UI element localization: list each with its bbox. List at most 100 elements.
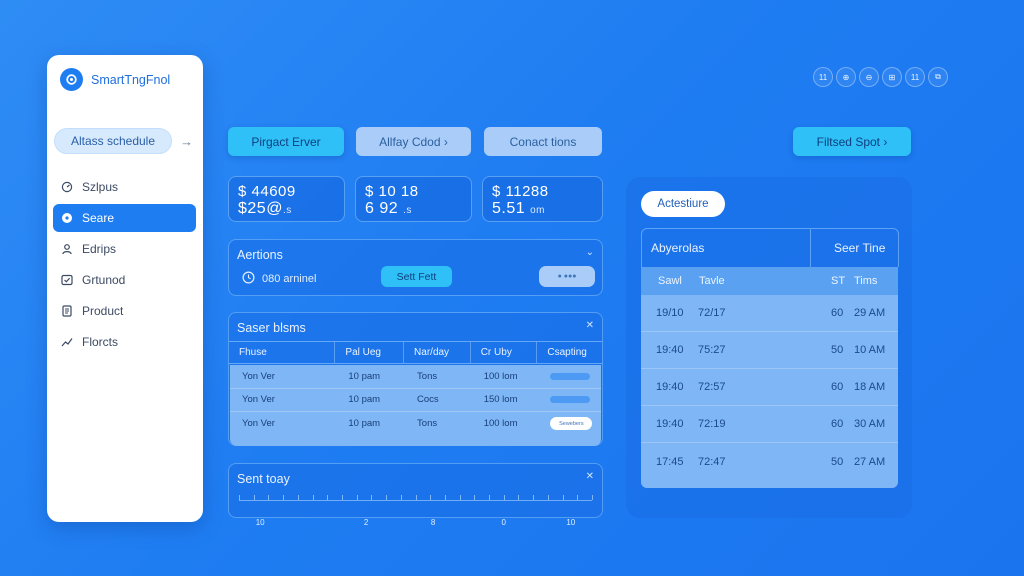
sidebar-item-edrips[interactable]: Edrips (53, 235, 196, 263)
table-cell: Sewebers (538, 417, 601, 431)
table-cell: Yon Ver (242, 370, 275, 382)
column-header[interactable]: Cr Uby (471, 342, 538, 363)
progress-bar (550, 396, 591, 404)
table-header: Fhuse Pal Ueg Nar/day Cr Uby Csapting (229, 341, 602, 364)
timeline-tick (592, 495, 593, 500)
sett-fett-button[interactable]: Sett Fett (381, 266, 452, 287)
sidebar-item-label: Edrips (82, 242, 117, 256)
window-control-1-icon[interactable]: 11 (813, 67, 833, 87)
table-cell: 60 (831, 418, 844, 430)
table-cell: Yon Ver (242, 394, 275, 406)
conact-tions-button[interactable]: Conact tions (484, 127, 602, 156)
table-row[interactable]: 19:40 72:19 60 30 AM (641, 406, 898, 443)
timeline-tick (533, 495, 535, 500)
table-row[interactable]: Yon Ver 10 pam Tons 100 lom Sewebers (230, 412, 601, 436)
alarm-text: 080 arninel (262, 273, 317, 285)
stat-value-primary: $ 44609 (238, 183, 296, 200)
timeline-tick (547, 495, 549, 500)
window-control-3-icon[interactable]: ⊖ (859, 67, 879, 87)
saser-panel: Saser blsms ✕ Fhuse Pal Ueg Nar/day Cr U… (228, 312, 603, 446)
user-icon (61, 243, 73, 255)
timeline-tick (562, 495, 564, 500)
activity-chip[interactable]: Actestiure (641, 191, 725, 217)
timeline-tick (503, 495, 505, 500)
sidebar-item-product[interactable]: Product (53, 297, 196, 325)
column-header[interactable]: Csapting (537, 342, 602, 363)
settings-icon (61, 212, 73, 224)
column-header[interactable]: Pal Ueg (335, 342, 405, 363)
timeline-tick (371, 495, 373, 500)
table-cell: 72:47 (698, 455, 726, 468)
close-icon[interactable]: ✕ (586, 471, 594, 482)
table-cell: Tons (417, 370, 438, 382)
small-pill-button[interactable]: ● ●●● (539, 266, 595, 287)
column-header[interactable]: Tavle (699, 275, 725, 287)
sidebar-item-szlpus[interactable]: Szlpus (53, 173, 196, 201)
sidebar-item-florcts[interactable]: Florcts (53, 328, 196, 356)
table-row[interactable]: Yon Ver 10 pam Cocs 150 lom (230, 389, 601, 412)
divider (810, 229, 811, 268)
timeline-label: 10 (566, 518, 576, 527)
timeline-label: 8 (430, 518, 436, 527)
table-cell: 100 lom (483, 418, 518, 430)
stat-value-primary: $ 11288 (492, 183, 549, 200)
chevron-down-icon[interactable]: ⌄ (586, 247, 594, 258)
table-cell: Yon Ver (242, 418, 275, 430)
activity-panel: Actestiure Abyerolas Seer Tine Sawl Tavl… (626, 177, 912, 518)
stat-card[interactable]: $ 11288 5.51 om (482, 176, 603, 222)
panel-title: Saser blsms (237, 321, 306, 335)
window-control-2-icon[interactable]: ⊕ (836, 67, 856, 87)
table-row[interactable]: 19:40 72:57 60 18 AM (641, 369, 898, 406)
column-header[interactable]: Tims (854, 275, 877, 287)
column-header[interactable]: Sawl (658, 275, 682, 287)
table-cell (538, 372, 601, 380)
close-icon[interactable]: ✕ (586, 320, 594, 331)
timeline-axis[interactable]: 10 2 8 0 10 (239, 489, 593, 527)
pirgact-erver-button[interactable]: Pirgact Erver (228, 127, 344, 156)
table-cell: 10 pam (348, 418, 381, 430)
window-control-6-icon[interactable]: ⧉ (928, 67, 948, 87)
timeline-tick (577, 495, 579, 500)
stat-value-secondary: 5.51 om (492, 200, 545, 217)
timeline-tick (400, 495, 402, 500)
table-cell: 27 AM (854, 455, 886, 468)
window-control-5-icon[interactable]: 11 (905, 67, 925, 87)
sidebar-item-label: Szlpus (82, 180, 119, 194)
table-header: Sawl Tavle ST Tims (641, 267, 898, 295)
window-controls: 11 ⊕ ⊖ ⊞ 11 ⧉ (813, 67, 948, 87)
sidebar-item-grtunod[interactable]: Grtunod (53, 266, 196, 294)
activity-table: Sawl Tavle ST Tims 19/10 72/17 60 29 AM … (641, 267, 898, 488)
sidebar-item-label: Product (82, 304, 124, 318)
row-action-button[interactable]: Sewebers (550, 417, 593, 431)
table-row[interactable]: 17:45 72:47 50 27 AM (641, 443, 898, 480)
stat-card[interactable]: $ 44609 $25@.s (228, 176, 345, 222)
stat-card[interactable]: $ 10 18 6 92 .s (355, 176, 472, 222)
stat-value-secondary: $25@.s (238, 200, 292, 217)
table-cell: 10 AM (854, 344, 886, 356)
table-cell (538, 396, 601, 404)
aertions-panel: Aertions ⌄ 080 arninel Sett Fett ● ●●● (228, 239, 603, 296)
window-control-4-icon[interactable]: ⊞ (882, 67, 902, 87)
allfay-cdod-button[interactable]: Allfay Cdod › (356, 127, 471, 156)
arrow-right-icon[interactable]: → (180, 134, 193, 149)
column-header[interactable]: Nar/day (404, 342, 471, 363)
table-cell: 72/17 (698, 307, 726, 319)
sidebar-item-seare[interactable]: Seare (53, 204, 196, 232)
brand[interactable]: SmartTngFnol (60, 68, 170, 91)
timeline-tick (386, 495, 388, 500)
timeline-tick (268, 495, 270, 500)
timeline-tick (489, 495, 491, 500)
table-cell: 150 lom (483, 394, 518, 406)
table-cell: 17:45 (656, 455, 684, 468)
table-cell: 60 (831, 307, 844, 319)
table-row[interactable]: 19/10 72/17 60 29 AM (641, 295, 898, 332)
timeline-tick (356, 495, 358, 500)
column-header[interactable]: Fhuse (229, 342, 336, 363)
filtsed-spot-button[interactable]: Filtsed Spot › (793, 127, 911, 156)
table-row[interactable]: 19:40 75:27 50 10 AM (641, 332, 898, 369)
column-header[interactable]: ST (831, 275, 845, 287)
sidebar: SmartTngFnol Altass schedule → Szlpus Se… (47, 55, 203, 522)
timeline-tick (312, 495, 314, 500)
schedule-button[interactable]: Altass schedule (54, 128, 172, 154)
table-row[interactable]: Yon Ver 10 pam Tons 100 lom (230, 365, 601, 389)
